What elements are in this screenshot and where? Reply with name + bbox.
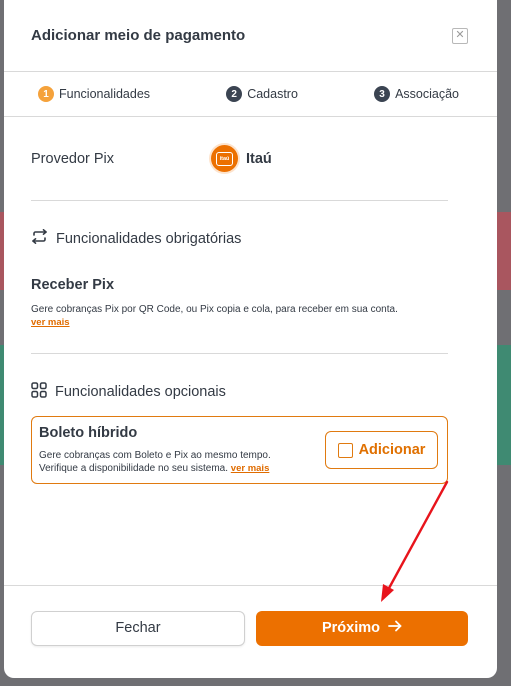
bank-name: Itaú	[246, 150, 272, 167]
itau-logo-text: itaú	[216, 151, 233, 166]
swap-arrows-icon	[31, 229, 48, 248]
backdrop-green-strip	[497, 345, 511, 465]
arrow-right-icon	[388, 620, 402, 636]
ver-mais-link[interactable]: ver mais	[31, 317, 70, 328]
grid-icon	[31, 382, 47, 402]
feature-description-line2: Verifique a disponibilidade no seu siste…	[39, 463, 229, 475]
add-feature-button[interactable]: Adicionar	[325, 431, 438, 470]
optional-section-header: Funcionalidades opcionais	[31, 382, 448, 402]
feature-card-text: Boleto híbrido Gere cobranças com Boleto…	[39, 425, 271, 475]
modal-header: Adicionar meio de pagamento ✕	[4, 0, 497, 72]
feature-title: Receber Pix	[31, 277, 115, 293]
required-section-header: Funcionalidades obrigatórias	[31, 229, 448, 248]
step-associacao: 3 Associação	[374, 86, 459, 102]
close-button[interactable]: Fechar	[31, 610, 245, 646]
feature-receber-pix: Receber Pix Gere cobranças Pix por QR Co…	[31, 277, 448, 355]
close-x-icon[interactable]: ✕	[452, 27, 468, 44]
feature-description: Gere cobranças com Boleto e Pix ao mesmo…	[39, 449, 271, 475]
backdrop-red-strip	[497, 212, 511, 290]
feature-card-boleto-hibrido: Boleto híbrido Gere cobranças com Boleto…	[31, 416, 448, 485]
ver-mais-link[interactable]: ver mais	[231, 463, 270, 474]
step-funcionalidades: 1 Funcionalidades	[38, 86, 150, 102]
feature-description: Gere cobranças Pix por QR Code, ou Pix c…	[31, 303, 448, 329]
add-payment-modal: Adicionar meio de pagamento ✕ 1 Funciona…	[4, 0, 497, 678]
step-label: Funcionalidades	[59, 87, 151, 101]
optional-section-title: Funcionalidades opcionais	[55, 384, 226, 401]
step-number: 3	[374, 86, 391, 102]
step-cadastro: 2 Cadastro	[226, 86, 298, 102]
next-button-label: Próximo	[321, 620, 380, 636]
next-button[interactable]: Próximo	[256, 610, 468, 646]
step-number: 2	[226, 86, 243, 102]
checkbox-icon[interactable]	[337, 442, 353, 458]
required-section-title: Funcionalidades obrigatórias	[56, 230, 242, 247]
feature-description-text: Gere cobranças Pix por QR Code, ou Pix c…	[31, 304, 398, 315]
itau-logo-icon: itaú	[211, 145, 238, 172]
step-label: Cadastro	[247, 87, 298, 101]
modal-footer: Fechar Próximo	[4, 585, 497, 678]
modal-title: Adicionar meio de pagamento	[31, 27, 246, 44]
step-number: 1	[38, 86, 54, 102]
provider-label: Provedor Pix	[31, 150, 115, 167]
provider-row: Provedor Pix itaú Itaú	[31, 117, 448, 201]
step-label: Associação	[395, 87, 459, 101]
feature-description-line1: Gere cobranças com Boleto e Pix ao mesmo…	[39, 450, 271, 462]
modal-content: Provedor Pix itaú Itaú Funcionalidades o…	[4, 117, 497, 485]
close-button-label: Fechar	[115, 620, 161, 636]
add-feature-label: Adicionar	[358, 442, 426, 459]
stepper: 1 Funcionalidades 2 Cadastro 3 Associaçã…	[4, 72, 497, 117]
provider-value: itaú Itaú	[211, 145, 272, 172]
feature-title: Boleto híbrido	[39, 425, 138, 442]
